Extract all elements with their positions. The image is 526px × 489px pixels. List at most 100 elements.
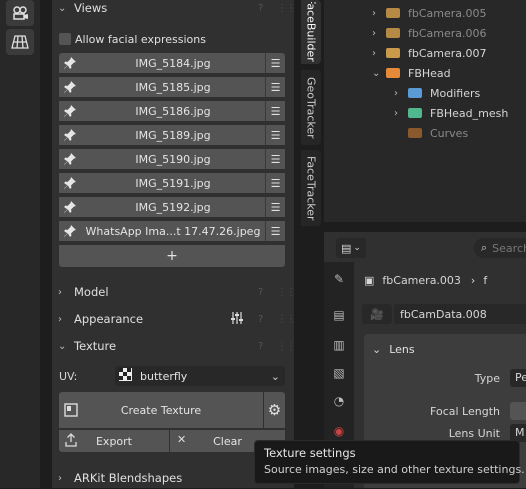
export-button[interactable]: Export (59, 430, 169, 452)
output-icon[interactable]: ▥ (330, 338, 348, 352)
image-row[interactable]: WhatsApp Ima...t 17.47.26.jpeg ☰ (59, 221, 285, 243)
pin-icon[interactable] (59, 177, 81, 189)
model-title: Model (74, 285, 109, 299)
tab-facebuilder[interactable]: FaceBuilder (301, 0, 321, 64)
help-icon[interactable]: ? (258, 314, 263, 325)
render-icon[interactable]: ▤ (330, 308, 348, 322)
pin-icon[interactable] (59, 129, 81, 141)
disclosure-icon[interactable]: › (394, 108, 398, 119)
image-name: IMG_5190.jpg (135, 152, 211, 166)
outliner-item[interactable]: › fbCamera.006 (324, 23, 526, 43)
outliner-item[interactable]: ⌄ FBHead (324, 63, 526, 83)
image-row[interactable]: IMG_5189.jpg ☰ (59, 125, 285, 147)
menu-icon[interactable]: ☰ (265, 77, 285, 97)
pin-icon[interactable] (59, 201, 81, 213)
pin-icon[interactable] (59, 57, 81, 69)
menu-icon[interactable]: ☰ (265, 221, 285, 241)
image-name: IMG_5186.jpg (135, 104, 211, 118)
outliner-item[interactable]: › Modifiers (324, 83, 526, 103)
disclosure-icon[interactable]: › (372, 8, 376, 19)
object-type-icon (386, 8, 400, 18)
uv-label: UV: (59, 370, 78, 383)
image-row[interactable]: IMG_5192.jpg ☰ (59, 197, 285, 219)
image-row[interactable]: IMG_5185.jpg ☰ (59, 77, 285, 99)
add-label: + (166, 248, 178, 264)
disclosure-icon[interactable]: › (372, 48, 376, 59)
image-row[interactable]: IMG_5191.jpg ☰ (59, 173, 285, 195)
properties-header: ▤⌄ ⌕ Search (324, 232, 526, 262)
image-name: WhatsApp Ima...t 17.47.26.jpeg (85, 224, 261, 238)
drag-handle[interactable]: ⋮⋮ (277, 3, 296, 14)
tool-icon[interactable]: ✎ (330, 272, 348, 286)
menu-icon[interactable]: ☰ (265, 53, 285, 73)
lens-header[interactable]: ⌄ Lens (364, 334, 526, 364)
texture-header[interactable]: ⌄ Texture ? ⋮⋮ (52, 335, 296, 357)
outliner-item[interactable]: Curves (324, 123, 526, 143)
search-placeholder: Search (492, 241, 526, 255)
drag-handle[interactable]: ⋮⋮ (277, 341, 296, 352)
allow-expressions-checkbox[interactable] (59, 33, 71, 45)
pin-icon[interactable] (59, 105, 81, 117)
texture-settings-button[interactable]: ⚙ (264, 392, 285, 428)
tab-geotracker[interactable]: GeoTracker (301, 70, 321, 145)
chevron-down-icon: ⌄ (270, 369, 280, 383)
world-icon[interactable]: ◉ (330, 424, 348, 438)
scene-icon[interactable]: ◔ (330, 394, 348, 408)
type-select[interactable]: Pe (510, 369, 526, 387)
menu-icon[interactable]: ☰ (265, 173, 285, 193)
clear-label: Clear (213, 434, 242, 448)
uv-select[interactable]: butterfly ⌄ (115, 366, 285, 386)
outliner-item[interactable]: › fbCamera.007 (324, 43, 526, 63)
help-icon[interactable]: ? (258, 287, 263, 298)
create-texture-button[interactable]: Create Texture (59, 392, 263, 428)
views-header[interactable]: ⌄ Views ? ⋮⋮ (52, 0, 296, 19)
menu-icon[interactable]: ☰ (265, 125, 285, 145)
chevron-right-icon: › (58, 313, 62, 325)
add-image-button[interactable]: + (59, 245, 285, 267)
focal-length-field[interactable] (510, 402, 526, 420)
uv-value: butterfly (140, 369, 188, 383)
allow-expressions-row[interactable]: Allow facial expressions (59, 31, 285, 47)
image-row[interactable]: IMG_5190.jpg ☰ (59, 149, 285, 171)
outliner-item[interactable]: › FBHead_mesh (324, 103, 526, 123)
pin-icon[interactable] (59, 153, 81, 165)
model-header[interactable]: › Model ? ⋮⋮ (52, 281, 296, 303)
outliner-item-label: fbCamera.006 (408, 26, 487, 40)
left-toolbar (0, 0, 40, 488)
pin-icon[interactable] (59, 81, 81, 93)
image-row[interactable]: IMG_5184.jpg ☰ (59, 53, 285, 75)
datablock-name-field[interactable]: fbCamData.008 (394, 304, 526, 324)
camera-icon[interactable] (6, 0, 34, 26)
outliner-item-label: Curves (430, 126, 469, 140)
sliders-icon[interactable] (230, 311, 244, 327)
disclosure-icon[interactable]: › (372, 28, 376, 39)
image-row[interactable]: IMG_5186.jpg ☰ (59, 101, 285, 123)
chevron-right-icon: › (470, 273, 476, 287)
disclosure-icon[interactable]: › (394, 88, 398, 99)
appearance-header[interactable]: › Appearance ? ⋮⋮ (52, 308, 296, 330)
menu-icon[interactable]: ☰ (265, 149, 285, 169)
disclosure-icon[interactable]: ⌄ (372, 68, 380, 79)
help-icon[interactable]: ? (258, 3, 263, 14)
export-icon (65, 433, 77, 450)
grid-icon[interactable] (6, 29, 34, 55)
search-input[interactable]: ⌕ Search (474, 238, 526, 258)
drag-handle[interactable]: ⋮⋮ (277, 287, 296, 298)
object-type-icon (408, 108, 422, 118)
chevron-right-icon: › (58, 286, 62, 298)
properties-icon: ▤ (341, 241, 352, 255)
help-icon[interactable]: ? (258, 341, 263, 352)
allow-expressions-label: Allow facial expressions (75, 32, 206, 46)
tab-label: FaceTracker (304, 155, 318, 221)
tab-facetracker[interactable]: FaceTracker (301, 150, 321, 226)
datablock-type[interactable]: 🎥 (362, 304, 392, 324)
menu-icon[interactable]: ☰ (265, 101, 285, 121)
outliner-item[interactable]: › fbCamera.005 (324, 3, 526, 23)
menu-icon[interactable]: ☰ (265, 197, 285, 217)
drag-handle[interactable]: ⋮⋮ (277, 314, 296, 325)
tooltip-title: Texture settings (264, 446, 356, 460)
pin-icon[interactable] (59, 225, 81, 237)
editor-type-select[interactable]: ▤ ⌄ (336, 238, 366, 258)
breadcrumb: ▣ fbCamera.003 › f (364, 273, 488, 287)
view-layer-icon[interactable]: ▧ (330, 366, 348, 380)
